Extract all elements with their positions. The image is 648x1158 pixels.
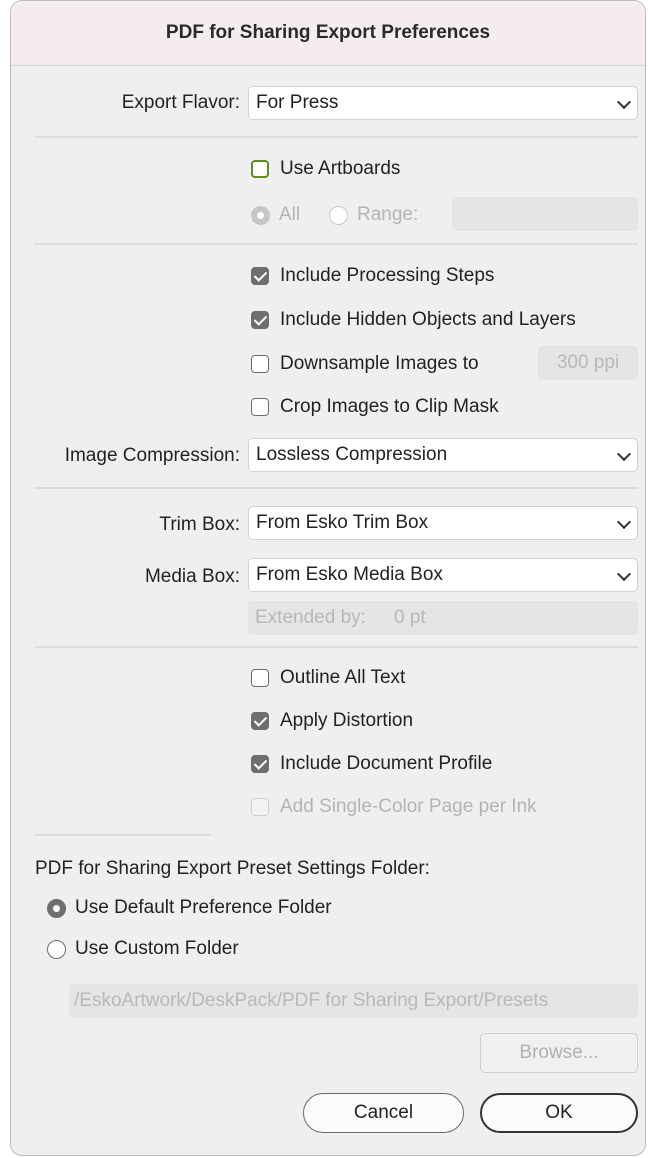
separator: [35, 646, 638, 648]
ok-button[interactable]: OK: [480, 1093, 638, 1133]
include-document-profile-checkbox[interactable]: [251, 755, 269, 773]
artboards-all-label: All: [279, 204, 301, 225]
extended-by-field: Extended by: 0 pt: [248, 601, 638, 635]
include-hidden-label: Include Hidden Objects and Layers: [280, 309, 576, 330]
outline-all-text-checkbox[interactable]: [251, 669, 269, 687]
use-custom-folder-label: Use Custom Folder: [75, 938, 239, 959]
image-compression-select[interactable]: Lossless Compression: [248, 438, 638, 472]
separator: [35, 243, 638, 245]
downsample-checkbox[interactable]: [251, 355, 269, 373]
export-flavor-value: For Press: [256, 92, 339, 113]
dialog-title: PDF for Sharing Export Preferences: [11, 1, 645, 66]
custom-folder-path-input[interactable]: /EskoArtwork/DeskPack/PDF for Sharing Ex…: [69, 984, 638, 1018]
media-box-value: From Esko Media Box: [256, 564, 443, 585]
image-compression-value: Lossless Compression: [256, 444, 448, 465]
artboards-range-input[interactable]: [452, 197, 638, 231]
use-default-folder-radio[interactable]: [47, 899, 66, 918]
export-preferences-dialog: PDF for Sharing Export Preferences Expor…: [10, 0, 646, 1156]
include-hidden-checkbox[interactable]: [251, 311, 269, 329]
chevron-down-icon: [616, 94, 632, 110]
include-document-profile-label: Include Document Profile: [280, 753, 493, 774]
preset-folder-heading: PDF for Sharing Export Preset Settings F…: [35, 858, 430, 879]
chevron-down-icon: [616, 514, 632, 530]
include-processing-steps-checkbox[interactable]: [251, 267, 269, 285]
separator: [35, 136, 638, 138]
use-artboards-label: Use Artboards: [280, 158, 401, 179]
add-single-color-page-checkbox[interactable]: [251, 798, 269, 816]
crop-images-label: Crop Images to Clip Mask: [280, 396, 499, 417]
chevron-down-icon: [616, 566, 632, 582]
apply-distortion-label: Apply Distortion: [280, 710, 414, 731]
separator: [35, 487, 638, 489]
trim-box-label: Trim Box:: [159, 514, 240, 535]
extended-by-input[interactable]: 0 pt: [394, 601, 426, 635]
media-box-label: Media Box:: [144, 566, 240, 587]
include-processing-steps-label: Include Processing Steps: [280, 265, 495, 286]
media-box-select[interactable]: From Esko Media Box: [248, 558, 638, 592]
trim-box-select[interactable]: From Esko Trim Box: [248, 506, 638, 540]
add-single-color-page-label: Add Single-Color Page per Ink: [280, 796, 537, 817]
export-flavor-select[interactable]: For Press: [248, 86, 638, 120]
downsample-label: Downsample Images to: [280, 353, 479, 374]
use-custom-folder-radio[interactable]: [47, 940, 66, 959]
downsample-ppi-input[interactable]: 300 ppi: [538, 346, 638, 380]
artboards-range-radio[interactable]: [329, 206, 348, 225]
chevron-down-icon: [616, 446, 632, 462]
use-artboards-checkbox[interactable]: [251, 160, 269, 178]
cancel-button[interactable]: Cancel: [303, 1093, 464, 1133]
use-default-folder-label: Use Default Preference Folder: [75, 897, 332, 918]
browse-button[interactable]: Browse...: [480, 1033, 638, 1073]
export-flavor-label: Export Flavor:: [121, 92, 240, 113]
image-compression-label: Image Compression:: [64, 445, 240, 466]
outline-all-text-label: Outline All Text: [280, 667, 406, 688]
artboards-all-radio[interactable]: [251, 206, 270, 225]
separator: [35, 834, 211, 836]
crop-images-checkbox[interactable]: [251, 398, 269, 416]
apply-distortion-checkbox[interactable]: [251, 712, 269, 730]
extended-by-label: Extended by:: [255, 607, 366, 628]
trim-box-value: From Esko Trim Box: [256, 512, 429, 533]
artboards-range-label: Range:: [357, 204, 419, 225]
